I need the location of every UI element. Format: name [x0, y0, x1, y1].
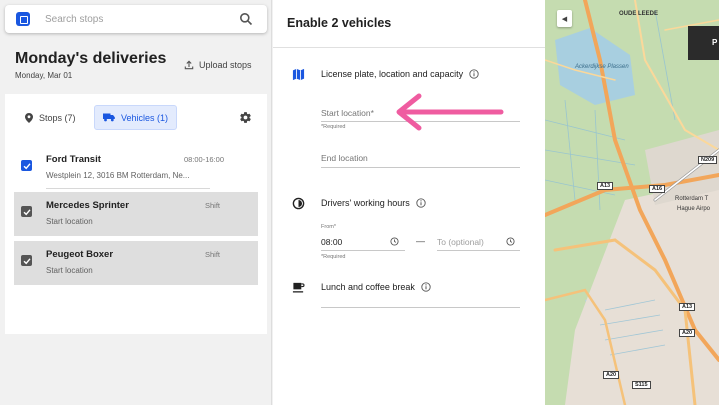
start-location-input[interactable]: Start location* — [321, 108, 374, 118]
gear-icon[interactable] — [239, 111, 252, 124]
vehicle-form-panel: Enable 2 vehicles License plate, locatio… — [273, 0, 545, 405]
left-panel: Search stops Monday's deliveries Monday,… — [0, 0, 272, 405]
page-date: Monday, Mar 01 — [15, 71, 73, 80]
info-icon[interactable] — [469, 69, 479, 79]
from-time-input[interactable]: 08:00 — [321, 237, 342, 247]
time-range-dash: — — [416, 236, 425, 246]
divider — [273, 47, 545, 48]
to-underline — [437, 250, 520, 251]
map-overlay-button[interactable]: P — [688, 26, 719, 60]
row-divider — [46, 188, 210, 189]
search-input[interactable]: Search stops — [45, 14, 239, 25]
road-shield-a13: A13 — [597, 182, 614, 190]
vehicle-checkbox[interactable] — [21, 255, 32, 266]
clock-icon[interactable] — [506, 237, 515, 246]
collapse-map-button[interactable]: ◀ — [557, 10, 572, 27]
from-label: From* — [321, 224, 336, 230]
vehicle-shift: Shift — [204, 201, 220, 210]
road-shield-a20-west: A20 — [603, 371, 620, 379]
road-shield-a16: A16 — [649, 185, 666, 193]
vehicle-row-ford-transit[interactable]: Ford Transit 08:00-16:00 Westplein 12, 3… — [14, 146, 258, 190]
end-location-input[interactable]: End location — [321, 153, 368, 163]
road-shield-a20: A20 — [679, 329, 696, 337]
map-label-ackerdijkse: Ackerdijkse Plassen — [575, 64, 629, 70]
upload-icon — [184, 60, 194, 70]
section-break[interactable]: Lunch and coffee break — [321, 282, 431, 292]
vehicle-name: Peugeot Boxer — [46, 249, 114, 260]
break-underline — [321, 307, 520, 308]
vehicle-shift: Shift — [204, 250, 220, 259]
form-title: Enable 2 vehicles — [287, 16, 392, 30]
map-icon — [292, 68, 305, 81]
section-working-hours-label: Drivers' working hours — [321, 198, 410, 208]
upload-stops-button[interactable]: Upload stops — [184, 60, 252, 70]
to-time-input[interactable]: To (optional) — [437, 237, 484, 247]
clock-half-icon — [292, 197, 305, 210]
tab-stops-label: Stops (7) — [39, 112, 76, 123]
tab-vehicles-label: Vehicles (1) — [121, 112, 169, 123]
check-icon — [23, 208, 31, 215]
vehicle-address: Westplein 12, 3016 BM Rotterdam, Ne... — [46, 171, 190, 180]
section-license-plate[interactable]: License plate, location and capacity — [321, 69, 479, 79]
info-icon[interactable] — [421, 282, 431, 292]
road-shield-a13-south: A13 — [679, 303, 696, 311]
map-label-hague-airport: Hague Airpo — [677, 206, 711, 212]
hours-required-hint: *Required — [321, 254, 346, 260]
search-icon[interactable] — [239, 12, 253, 26]
vehicle-checkbox[interactable] — [21, 206, 32, 217]
map-pin-icon — [25, 112, 33, 123]
road-shield-n209: N209 — [698, 156, 718, 164]
page-title: Monday's deliveries — [15, 50, 167, 67]
vehicle-hours: 08:00-16:00 — [183, 155, 224, 164]
required-hint: *Required — [321, 124, 346, 130]
tab-stops[interactable]: Stops (7) — [17, 105, 84, 130]
search-bar[interactable]: Search stops — [5, 5, 267, 33]
vehicle-start-location: Start location — [46, 217, 93, 226]
app-logo-icon — [16, 12, 30, 26]
info-icon[interactable] — [416, 198, 426, 208]
vehicles-card: Stops (7) Vehicles (1) Ford Transit 08:0… — [5, 94, 267, 334]
vehicle-name: Mercedes Sprinter — [46, 200, 129, 211]
from-underline — [321, 250, 405, 251]
tab-bar: Stops (7) Vehicles (1) — [5, 105, 267, 130]
annotation-arrow-icon — [396, 93, 504, 131]
vehicle-checkbox[interactable] — [21, 160, 32, 171]
section-license-plate-label: License plate, location and capacity — [321, 69, 464, 79]
end-location-underline — [321, 167, 520, 168]
clock-icon[interactable] — [390, 237, 399, 246]
vehicle-start-location: Start location — [46, 266, 93, 275]
vehicle-row-peugeot-boxer[interactable]: Peugeot Boxer Shift Start location — [14, 241, 258, 285]
section-break-label: Lunch and coffee break — [321, 282, 415, 292]
map-view[interactable]: ◀ P OUDE LEEDE Ackerdijkse Plassen Rotte… — [545, 0, 719, 405]
vehicle-name: Ford Transit — [46, 154, 101, 165]
truck-icon — [103, 113, 115, 122]
section-working-hours[interactable]: Drivers' working hours — [321, 198, 426, 208]
upload-stops-label: Upload stops — [199, 60, 252, 70]
map-label-rotterdam: Rotterdam T — [675, 196, 709, 202]
vehicle-row-mercedes-sprinter[interactable]: Mercedes Sprinter Shift Start location — [14, 192, 258, 236]
check-icon — [23, 162, 31, 169]
tab-vehicles[interactable]: Vehicles (1) — [94, 105, 178, 130]
map-background — [545, 0, 719, 405]
road-shield-s115: S115 — [632, 381, 651, 389]
map-label-oude-leede: OUDE LEEDE — [619, 11, 659, 17]
check-icon — [23, 257, 31, 264]
coffee-icon — [292, 282, 305, 293]
